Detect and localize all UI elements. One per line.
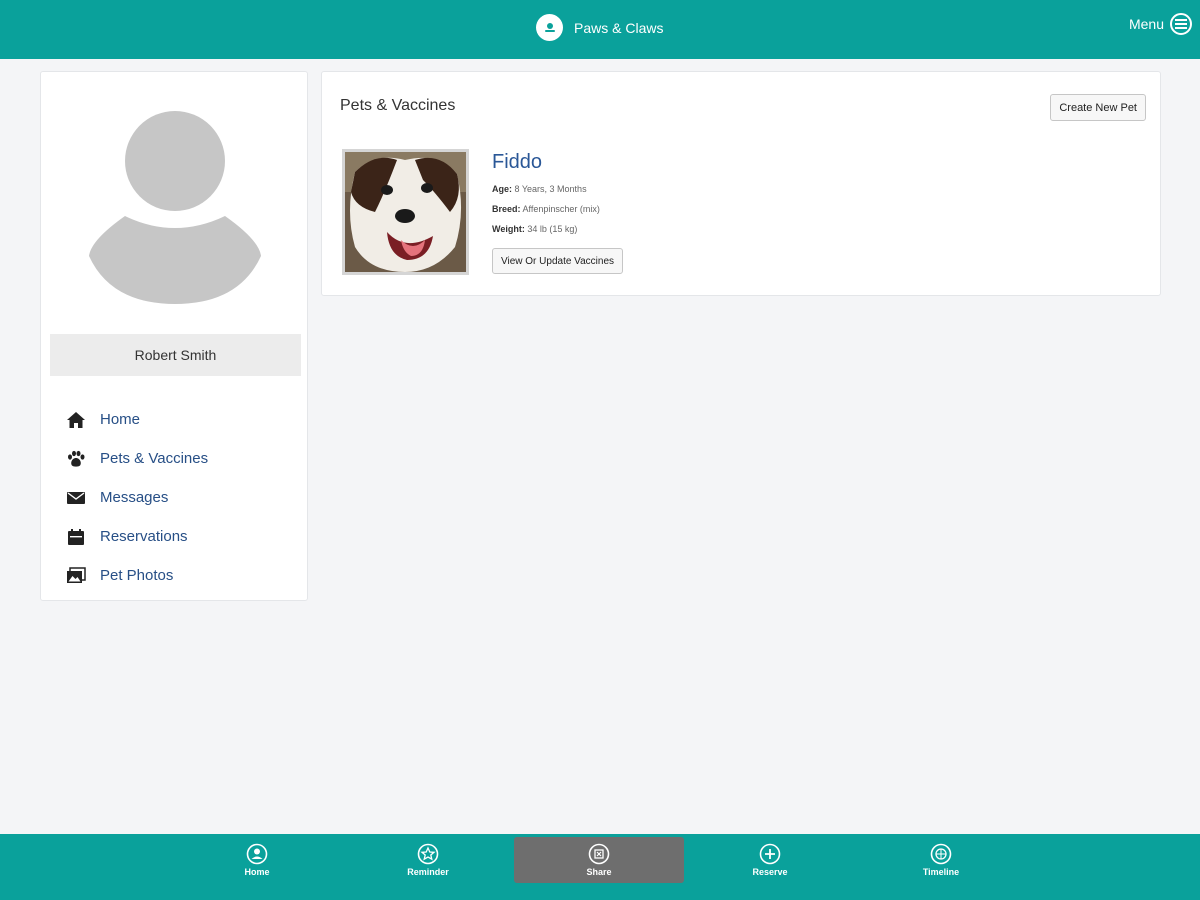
timeline-circle-icon [930,843,952,865]
tab-share[interactable]: Share [514,837,684,883]
sidebar-item-pet-photos[interactable]: Pet Photos [66,556,208,595]
pet-breed: Breed: Affenpinscher (mix) [492,204,600,214]
menu-button[interactable]: Menu [1129,13,1192,35]
menu-label: Menu [1128,16,1164,32]
app-title: Paws & Claws [574,19,664,36]
star-circle-icon [417,843,439,865]
envelope-icon [66,488,90,508]
plus-circle-icon [759,843,781,865]
section-title: Pets & Vaccines [340,97,456,114]
profile-panel: Robert Smith Home Pets & Vaccines Messag… [40,71,308,601]
sidebar-item-pets-vaccines[interactable]: Pets & Vaccines [66,439,208,478]
dog-photo-icon [345,152,466,272]
brand[interactable]: Paws & Claws [536,14,663,41]
pet-age-value: 8 Years, 3 Months [514,184,587,194]
pet-weight: Weight: 34 lb (15 kg) [492,224,577,234]
sidebar-item-label: Pet Photos [100,567,174,584]
calendar-icon [66,527,90,547]
pet-weight-value: 34 lb (15 kg) [527,224,578,234]
tab-label: Reserve [752,867,788,877]
hamburger-circle-icon [1170,13,1192,35]
pet-name[interactable]: Fiddo [492,151,542,174]
sidebar-item-label: Reservations [100,528,188,545]
user-name: Robert Smith [50,334,301,376]
sidebar-item-label: Home [100,411,141,428]
tab-label: Reminder [407,867,449,877]
pet-breed-value: Affenpinscher (mix) [522,204,600,214]
sidebar-nav: Home Pets & Vaccines Messages Reservatio… [66,400,208,595]
tab-label: Share [586,867,612,877]
sidebar-item-label: Pets & Vaccines [100,450,209,467]
sidebar-item-messages[interactable]: Messages [66,478,208,517]
sidebar-item-label: Messages [100,489,169,506]
photos-icon [66,566,90,586]
tab-label: Timeline [922,867,960,877]
view-update-vaccines-button[interactable]: View Or Update Vaccines [492,248,624,274]
tab-label: Home [244,867,270,877]
pet-age-label: Age: [492,184,512,194]
pet-photo[interactable] [342,149,469,275]
share-circle-icon [588,843,610,865]
pet-age: Age: 8 Years, 3 Months [492,184,587,194]
paw-icon [66,449,90,469]
home-icon [66,410,90,430]
paw-logo-icon [536,14,563,41]
bottom-tab-bar: Home Reminder Share Reserve Timeline [0,834,1200,900]
sidebar-item-reservations[interactable]: Reservations [66,517,208,556]
tab-timeline[interactable]: Timeline [856,837,1026,883]
user-silhouette-icon [89,110,261,304]
pet-weight-label: Weight: [492,224,525,234]
person-circle-icon [246,843,268,865]
tab-reserve[interactable]: Reserve [685,837,855,883]
create-new-pet-button[interactable]: Create New Pet [1050,94,1146,121]
sidebar-item-home[interactable]: Home [66,400,208,439]
pet-breed-label: Breed: [492,204,521,214]
tab-reminder[interactable]: Reminder [343,837,513,883]
top-bar: Paws & Claws Menu [0,0,1200,59]
pets-panel: Pets & Vaccines Create New Pet Fiddo Age… [321,71,1161,296]
tab-home[interactable]: Home [172,837,342,883]
